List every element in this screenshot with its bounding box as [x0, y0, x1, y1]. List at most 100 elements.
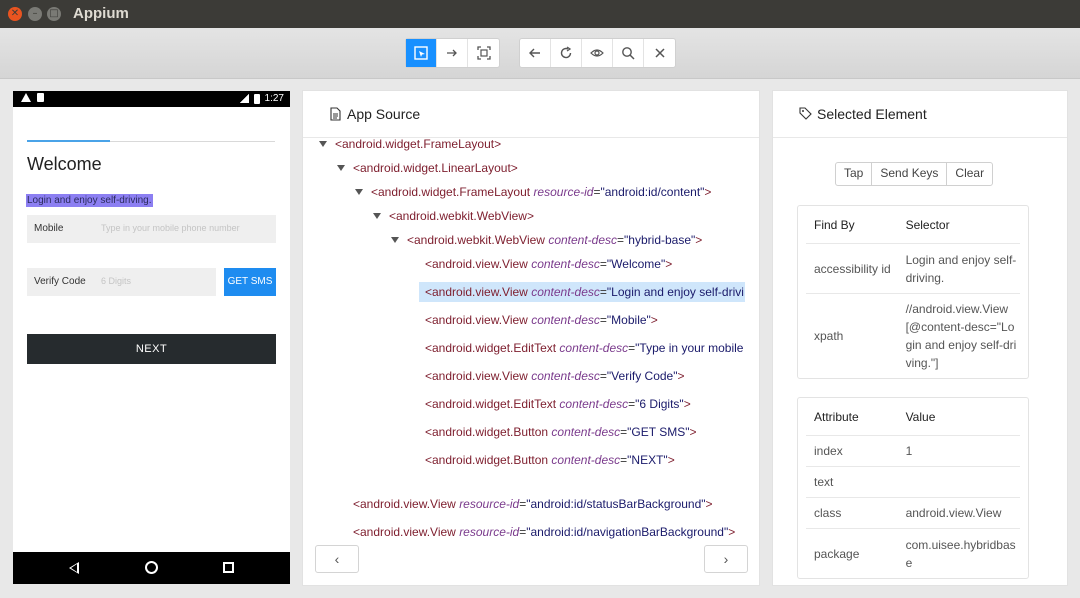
node-tag: <android.widget.Button: [425, 425, 552, 439]
node-tag-close: >: [665, 257, 673, 271]
node-equals: =: [599, 285, 607, 299]
selected-element-title: Selected Element: [817, 106, 927, 122]
battery-icon: [253, 93, 260, 104]
node-tag-close: >: [650, 313, 658, 327]
expand-caret-icon[interactable]: [391, 237, 399, 243]
swipe-button[interactable]: [437, 39, 468, 67]
tap-button[interactable]: Tap: [836, 163, 873, 185]
node-attr-name: content-desc: [559, 397, 629, 411]
tree-node[interactable]: <android.widget.FrameLayout>: [319, 138, 502, 154]
node-tag: <android.widget.FrameLayout>: [335, 138, 502, 151]
value-cell: android.view.View: [905, 506, 1002, 520]
node-tag-close: >: [695, 233, 703, 247]
send-keys-button[interactable]: Send Keys: [872, 163, 948, 185]
node-tag: <android.widget.FrameLayout: [371, 185, 534, 199]
node-tag: <android.widget.EditText: [425, 397, 560, 411]
selector-cell[interactable]: //android.view.View[@content-desc="Login…: [906, 300, 1020, 372]
source-next-button[interactable]: ›: [704, 545, 748, 573]
table-row: index 1: [806, 436, 1020, 467]
app-source-title: App Source: [347, 106, 421, 122]
tree-node[interactable]: <android.widget.EditText content-desc="6…: [425, 394, 691, 414]
find-by-cell: accessibility id: [814, 261, 891, 276]
node-attr-name: resource-id: [459, 497, 520, 511]
welcome-heading[interactable]: Welcome: [27, 154, 102, 175]
nav-back-icon[interactable]: [69, 562, 79, 574]
show-source-button[interactable]: [582, 39, 613, 67]
tree-node[interactable]: <android.widget.Button content-desc="GET…: [425, 422, 696, 442]
attribute-cell: text: [814, 475, 834, 489]
expand-caret-icon[interactable]: [355, 189, 363, 195]
attribute-header: Attribute: [814, 409, 859, 424]
node-tag-close: >: [683, 397, 691, 411]
expand-caret-icon[interactable]: [319, 141, 327, 147]
mobile-label: Mobile: [34, 223, 64, 234]
node-attr-name: content-desc: [531, 369, 600, 383]
selector-cell[interactable]: Login and enjoy self-driving.: [906, 251, 1020, 287]
source-prev-button[interactable]: ‹: [315, 545, 359, 573]
tree-node-selected[interactable]: <android.view.View content-desc="Login a…: [419, 282, 745, 302]
window-maximize-button[interactable]: □: [47, 7, 61, 21]
node-attr-value: "NEXT": [627, 453, 668, 467]
quit-session-button[interactable]: [644, 39, 675, 67]
node-tag-close: >: [704, 185, 712, 199]
node-tag-close: >: [677, 369, 685, 383]
nav-home-icon[interactable]: [145, 561, 158, 574]
find-by-header-row: Find By Selector: [806, 206, 1020, 244]
refresh-icon: [560, 46, 572, 59]
tree-node[interactable]: <android.widget.FrameLayout resource-id=…: [355, 182, 712, 202]
device-screenshot[interactable]: 1:27 Welcome Login and enjoy self-drivin…: [13, 91, 290, 584]
mobile-field[interactable]: Mobile Type in your mobile phone number: [27, 215, 276, 243]
tree-node[interactable]: <android.widget.LinearLayout>: [337, 158, 518, 178]
tree-node[interactable]: <android.view.View resource-id="android:…: [353, 522, 735, 542]
get-sms-button[interactable]: GET SMS: [224, 268, 276, 296]
node-tag-close: >: [728, 525, 736, 539]
attribute-cell: index: [814, 444, 843, 458]
toolbar: [0, 28, 1080, 79]
node-attr-value: "android:id/content": [600, 185, 705, 199]
next-button[interactable]: NEXT: [27, 334, 276, 364]
sd-card-icon: [37, 93, 44, 102]
mode-button-group: [405, 38, 500, 68]
back-button[interactable]: [520, 39, 551, 67]
close-icon: ✕: [10, 8, 20, 19]
node-attr-name: content-desc: [559, 341, 629, 355]
tree-node[interactable]: <android.view.View content-desc="Welcome…: [425, 254, 672, 274]
tree-node[interactable]: <android.view.View resource-id="android:…: [353, 494, 713, 514]
nav-recents-icon[interactable]: [223, 562, 234, 573]
node-attr-name: content-desc: [531, 285, 600, 299]
document-icon: [330, 107, 341, 121]
app-source-header: App Source: [303, 91, 759, 138]
expand-caret-icon[interactable]: [373, 213, 381, 219]
refresh-button[interactable]: [551, 39, 582, 67]
clear-button[interactable]: Clear: [947, 163, 992, 185]
tree-node[interactable]: <android.widget.Button content-desc="NEX…: [425, 450, 675, 470]
select-element-button[interactable]: [406, 39, 437, 67]
tree-node[interactable]: <android.view.View content-desc="Mobile"…: [425, 310, 658, 330]
window-minimize-button[interactable]: –: [28, 7, 42, 21]
tree-node[interactable]: <android.webkit.WebView content-desc="hy…: [391, 230, 703, 250]
node-attr-name: resource-id: [459, 525, 520, 539]
warning-icon: [21, 93, 31, 102]
tap-coordinates-icon: [476, 46, 491, 60]
node-attr-value: "Welcome": [606, 257, 666, 271]
tree-node[interactable]: <android.widget.EditText content-desc="T…: [425, 338, 743, 358]
tree-node[interactable]: <android.view.View content-desc="Verify …: [425, 366, 685, 386]
window-title: Appium: [73, 5, 129, 22]
selector-header: Selector: [905, 217, 950, 232]
search-button[interactable]: [613, 39, 644, 67]
window-close-button[interactable]: ✕: [8, 7, 22, 21]
mobile-placeholder: Type in your mobile phone number: [101, 223, 240, 233]
node-equals: =: [599, 257, 607, 271]
expand-caret-icon[interactable]: [337, 165, 345, 171]
login-subtitle-highlighted[interactable]: Login and enjoy self-driving.: [26, 194, 153, 207]
node-attr-name: content-desc: [531, 257, 600, 271]
verify-code-field[interactable]: Verify Code 6 Digits: [27, 268, 216, 296]
tree-node[interactable]: <android.webkit.WebView>: [373, 206, 534, 226]
node-tag: <android.widget.EditText: [425, 341, 560, 355]
find-by-header: Find By: [814, 217, 855, 232]
node-tag: <android.webkit.WebView: [407, 233, 549, 247]
node-attr-value: "6 Digits": [635, 397, 684, 411]
find-by-table: Find By Selector accessibility id Login …: [797, 205, 1029, 379]
minimize-icon: –: [32, 8, 38, 19]
tap-coordinates-button[interactable]: [468, 39, 499, 67]
